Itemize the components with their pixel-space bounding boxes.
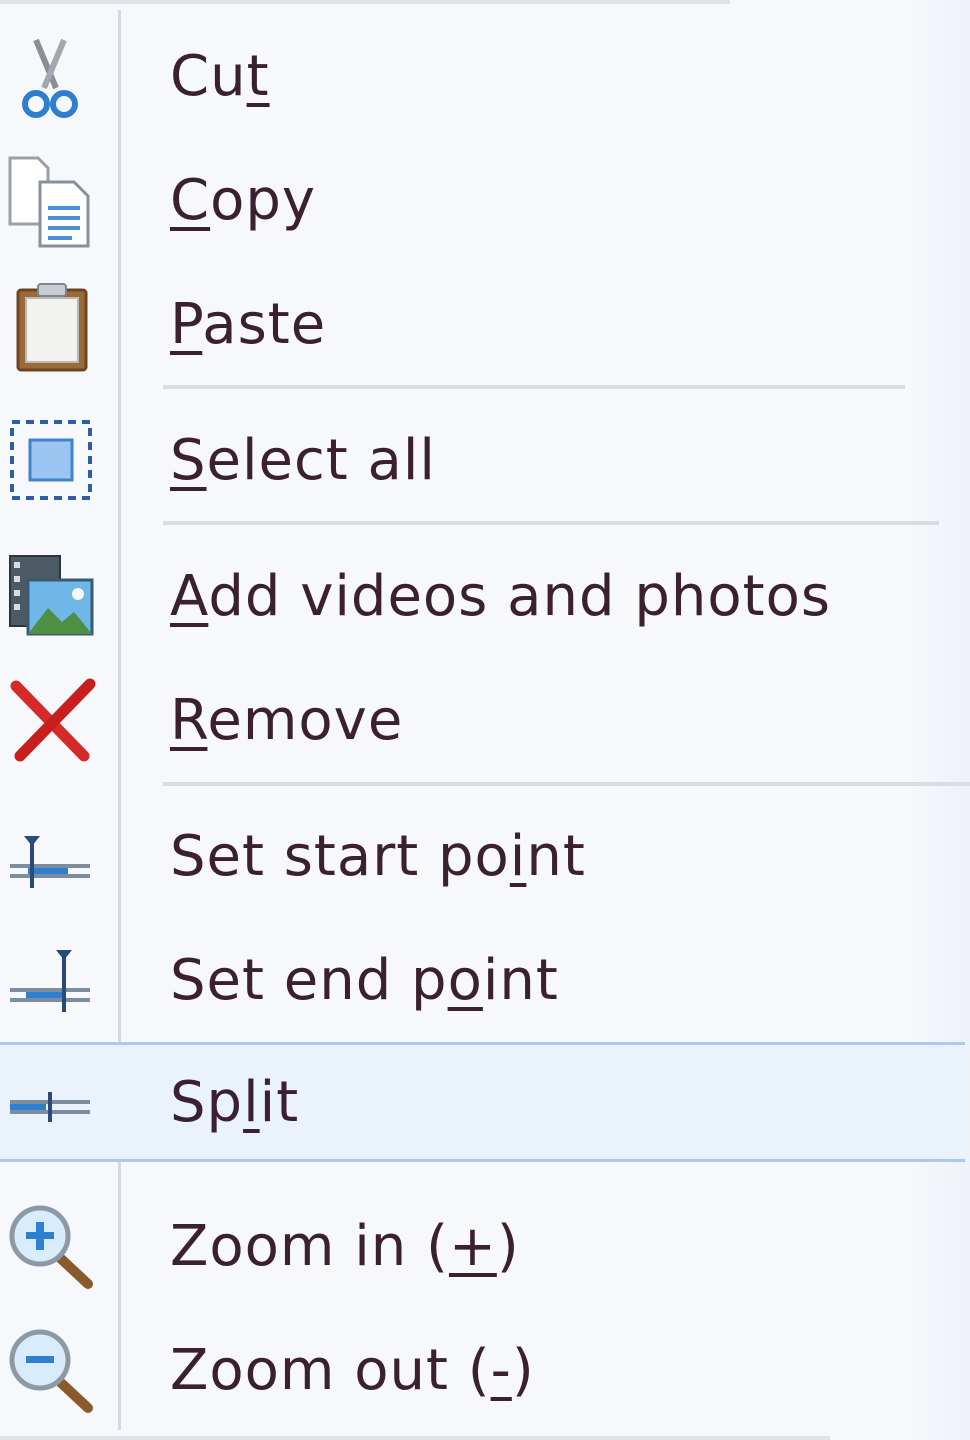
menu-item-zoom-in[interactable]: Zoom in (+) xyxy=(0,1186,965,1306)
split-icon xyxy=(4,1058,96,1150)
menu-item-label: Split xyxy=(170,1070,300,1135)
menu-item-label: Select all xyxy=(170,428,436,493)
menu-item-paste[interactable]: Paste xyxy=(0,264,965,384)
menu-item-label: Zoom in (+) xyxy=(170,1214,520,1279)
menu-item-label: Cut xyxy=(170,44,270,109)
set-start-point-icon xyxy=(4,812,96,904)
menu-item-select-all[interactable]: Select all xyxy=(0,400,965,520)
menu-bottom-border xyxy=(0,1436,830,1440)
select-all-icon xyxy=(4,416,96,508)
zoom-in-icon xyxy=(4,1202,96,1294)
context-menu: Cut Copy Paste Select all Add videos and… xyxy=(0,0,970,1440)
menu-item-label: Set start point xyxy=(170,824,586,889)
menu-separator xyxy=(163,385,905,389)
red-x-icon xyxy=(4,676,96,768)
clipboard-icon xyxy=(4,280,96,372)
menu-item-label: Remove xyxy=(170,688,404,753)
menu-item-zoom-out[interactable]: Zoom out (-) xyxy=(0,1310,965,1430)
menu-item-split[interactable]: Split xyxy=(0,1042,965,1162)
menu-item-label: Paste xyxy=(170,292,327,357)
menu-item-set-start-point[interactable]: Set start point xyxy=(0,796,965,916)
menu-separator xyxy=(163,782,970,786)
menu-item-label: Copy xyxy=(170,168,317,233)
menu-top-border xyxy=(0,0,730,4)
menu-separator xyxy=(163,521,939,525)
menu-item-set-end-point[interactable]: Set end point xyxy=(0,920,965,1040)
menu-item-cut[interactable]: Cut xyxy=(0,16,965,136)
menu-item-label: Add videos and photos xyxy=(170,564,832,629)
menu-item-label: Zoom out (-) xyxy=(170,1338,535,1403)
zoom-out-icon xyxy=(4,1326,96,1418)
menu-item-label: Set end point xyxy=(170,948,559,1013)
menu-item-add-videos-and-photos[interactable]: Add videos and photos xyxy=(0,536,965,656)
film-photo-icon xyxy=(4,552,96,644)
menu-item-copy[interactable]: Copy xyxy=(0,140,965,260)
menu-item-remove[interactable]: Remove xyxy=(0,660,965,780)
scissors-icon xyxy=(4,32,96,124)
set-end-point-icon xyxy=(4,936,96,1028)
copy-icon xyxy=(4,156,96,248)
